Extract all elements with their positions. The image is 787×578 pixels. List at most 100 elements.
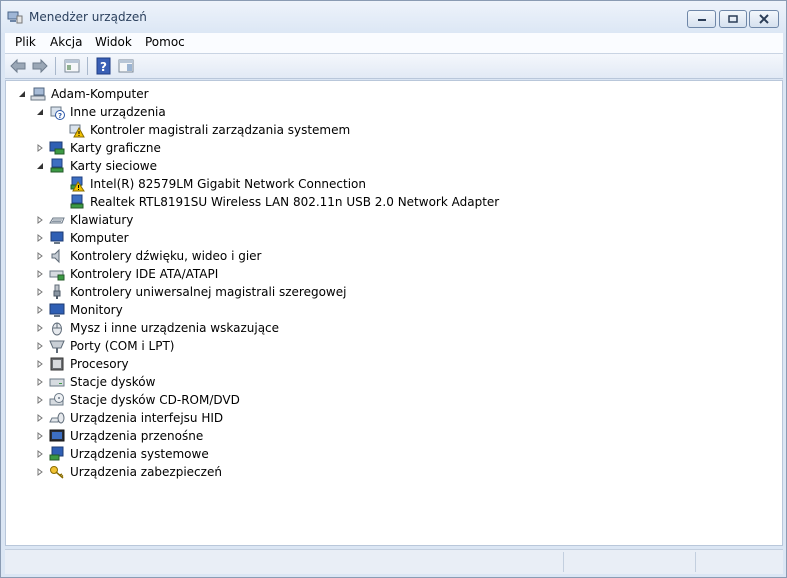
tree-item-cdrom-drives[interactable]: Stacje dysków CD-ROM/DVD — [6, 391, 782, 409]
tree-item-display-adapters[interactable]: Karty graficzne — [6, 139, 782, 157]
expand-arrow-icon[interactable] — [36, 360, 44, 368]
tree-item-smbus-controller[interactable]: Kontroler magistrali zarządzania systeme… — [6, 121, 782, 139]
expand-arrow-icon[interactable] — [36, 288, 44, 296]
tree-item-label: Urządzenia interfejsu HID — [70, 411, 224, 425]
expand-arrow-icon[interactable] — [36, 396, 44, 404]
expand-arrow-icon[interactable] — [36, 234, 44, 242]
device-manager-window: Menedżer urządzeń Plik Akcja Widok Pomoc — [0, 0, 787, 578]
menu-bar: Plik Akcja Widok Pomoc — [5, 33, 783, 54]
tree-item-label: Kontrolery dźwięku, wideo i gier — [70, 249, 262, 263]
menu-file[interactable]: Plik — [11, 35, 40, 49]
tree-item-label: Kontrolery uniwersalnej magistrali szere… — [70, 285, 347, 299]
expand-arrow-icon[interactable] — [36, 270, 44, 278]
tree-item-ports[interactable]: Porty (COM i LPT) — [6, 337, 782, 355]
tree-item-label: Karty graficzne — [70, 141, 161, 155]
usb-icon — [53, 284, 61, 299]
status-cell — [563, 552, 694, 572]
tree-item-label: Monitory — [70, 303, 123, 317]
tree-item-label: Urządzenia systemowe — [70, 447, 209, 461]
tree-item-monitors[interactable]: Monitory — [6, 301, 782, 319]
expand-arrow-icon[interactable] — [36, 144, 44, 152]
network-adapter-icon — [70, 194, 84, 209]
expand-arrow-icon[interactable] — [36, 216, 44, 224]
svg-text:?: ? — [58, 112, 62, 120]
expand-arrow-icon[interactable] — [36, 378, 44, 386]
tree-item-label: Urządzenia zabezpieczeń — [70, 465, 222, 479]
display-adapter-icon — [49, 141, 65, 155]
help-icon[interactable]: ? — [95, 57, 113, 75]
tree-item-ide-controllers[interactable]: Kontrolery IDE ATA/ATAPI — [6, 265, 782, 283]
tree-item-other-devices[interactable]: ? Inne urządzenia — [6, 103, 782, 121]
network-adapter-icon — [50, 158, 64, 173]
tree-item-label: Stacje dysków — [70, 375, 156, 389]
tree-item-usb-controllers[interactable]: Kontrolery uniwersalnej magistrali szere… — [6, 283, 782, 301]
expand-arrow-icon[interactable] — [36, 252, 44, 260]
expand-arrow-icon[interactable] — [36, 414, 44, 422]
tree-item-intel-nic[interactable]: Intel(R) 82579LM Gigabit Network Connect… — [6, 175, 782, 193]
forward-arrow-icon[interactable] — [31, 57, 49, 75]
port-icon — [49, 340, 65, 353]
device-tree[interactable]: Adam-Komputer ? Inne urządzenia Kontrole… — [5, 80, 783, 546]
computer-icon — [50, 231, 64, 244]
mouse-icon — [52, 322, 62, 336]
expand-arrow-icon[interactable] — [36, 468, 44, 476]
menu-help[interactable]: Pomoc — [141, 35, 189, 49]
minimize-icon — [697, 19, 706, 21]
tree-item-disk-drives[interactable]: Stacje dysków — [6, 373, 782, 391]
menu-view[interactable]: Widok — [91, 35, 136, 49]
title-bar[interactable]: Menedżer urządzeń — [1, 1, 786, 33]
tree-item-hid-devices[interactable]: Urządzenia interfejsu HID — [6, 409, 782, 427]
warning-device-icon — [69, 124, 85, 138]
close-icon — [759, 14, 769, 24]
expand-arrow-icon[interactable] — [36, 450, 44, 458]
collapse-arrow-icon[interactable] — [36, 108, 44, 116]
action-pane-icon[interactable] — [117, 57, 135, 75]
monitor-icon — [49, 303, 65, 317]
tree-item-label: Realtek RTL8191SU Wireless LAN 802.11n U… — [90, 195, 500, 209]
toolbar-separator — [87, 57, 88, 75]
system-device-icon — [49, 446, 64, 461]
expand-arrow-icon[interactable] — [36, 342, 44, 350]
tree-item-label: Kontrolery IDE ATA/ATAPI — [70, 267, 219, 281]
expand-arrow-icon[interactable] — [36, 324, 44, 332]
menu-action[interactable]: Akcja — [46, 35, 86, 49]
tree-item-realtek-nic[interactable]: Realtek RTL8191SU Wireless LAN 802.11n U… — [6, 193, 782, 211]
maximize-button[interactable] — [719, 10, 747, 28]
speaker-icon — [51, 248, 60, 264]
tree-item-keyboards[interactable]: Klawiatury — [6, 211, 782, 229]
collapse-arrow-icon[interactable] — [18, 90, 26, 98]
tree-item-mice[interactable]: Mysz i inne urządzenia wskazujące — [6, 319, 782, 337]
maximize-icon — [728, 15, 738, 23]
security-device-icon — [50, 466, 64, 479]
expand-arrow-icon[interactable] — [36, 306, 44, 314]
tree-item-security-devices[interactable]: Urządzenia zabezpieczeń — [6, 463, 782, 481]
status-cell — [695, 552, 782, 572]
collapse-arrow-icon[interactable] — [36, 162, 44, 170]
expand-arrow-icon[interactable] — [36, 432, 44, 440]
tree-item-portable-devices[interactable]: Urządzenia przenośne — [6, 427, 782, 445]
tree-item-network-adapters[interactable]: Karty sieciowe — [6, 157, 782, 175]
tree-item-processors[interactable]: Procesory — [6, 355, 782, 373]
status-bar — [5, 549, 783, 574]
window-title: Menedżer urządzeń — [29, 10, 147, 24]
tree-item-label: Stacje dysków CD-ROM/DVD — [70, 393, 240, 407]
keyboard-icon — [49, 217, 65, 224]
back-arrow-icon[interactable] — [9, 57, 27, 75]
tree-item-label: Klawiatury — [70, 213, 134, 227]
tree-item-label: Porty (COM i LPT) — [70, 339, 175, 353]
device-manager-app-icon — [7, 11, 23, 24]
properties-icon[interactable] — [63, 57, 81, 75]
tree-item-label: Mysz i inne urządzenia wskazujące — [70, 321, 280, 335]
toolbar: ? — [5, 54, 783, 79]
tree-item-computer[interactable]: Komputer — [6, 229, 782, 247]
ide-controller-icon — [49, 270, 65, 281]
disk-drive-icon — [49, 378, 65, 387]
cdrom-icon — [49, 393, 64, 406]
tree-item-system-devices[interactable]: Urządzenia systemowe — [6, 445, 782, 463]
tree-item-label: Procesory — [70, 357, 129, 371]
tree-root[interactable]: Adam-Komputer — [6, 85, 782, 103]
minimize-button[interactable] — [687, 10, 716, 28]
close-button[interactable] — [749, 10, 779, 28]
computer-root-icon — [30, 87, 46, 101]
tree-item-sound-controllers[interactable]: Kontrolery dźwięku, wideo i gier — [6, 247, 782, 265]
